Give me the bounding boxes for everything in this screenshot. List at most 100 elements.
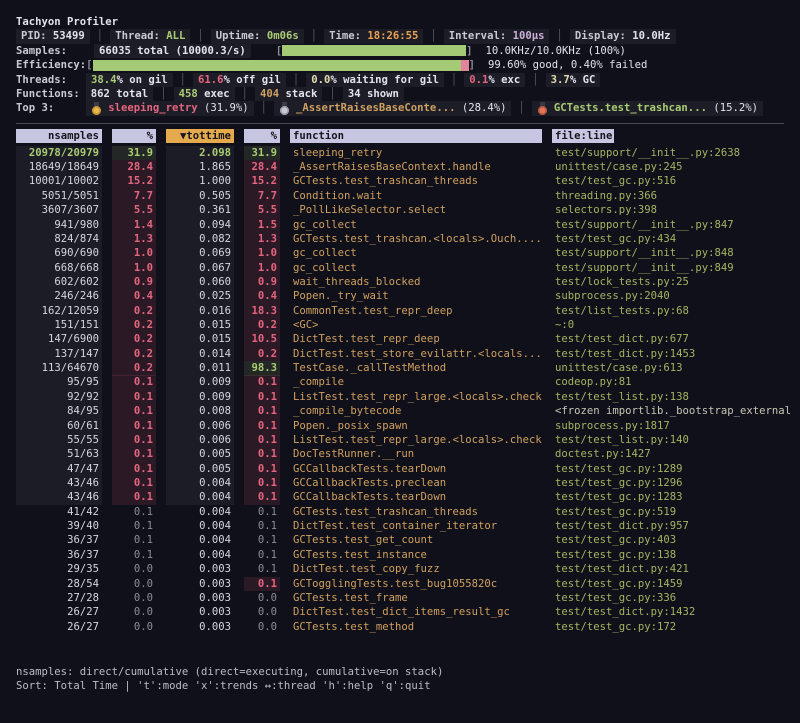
- top3-item[interactable]: GCTests.test_trashcan... (15.2%): [532, 101, 763, 115]
- functions-stat-value: 404: [260, 87, 279, 101]
- nsamples-cell: 51/63: [16, 447, 102, 461]
- file-line-cell: test/test_gc.py:1289: [552, 462, 800, 476]
- functions-label: Functions:: [16, 87, 80, 101]
- column-header-tottime-sorted[interactable]: ▼tottime: [166, 129, 234, 143]
- table-row[interactable]: 10001/1000215.21.00015.2GCTests.test_tra…: [0, 174, 800, 188]
- cumulative-pct-cell: 0.2: [244, 318, 280, 332]
- table-row[interactable]: 28/540.00.0030.1GCTogglingTests.test_bug…: [0, 577, 800, 591]
- uptime-label: Uptime:: [216, 29, 261, 43]
- tottime-cell: 0.009: [166, 375, 234, 389]
- table-row[interactable]: 43/460.10.0040.1GCCallbackTests.tearDown…: [0, 490, 800, 504]
- cumulative-pct-cell: 0.1: [244, 447, 280, 461]
- direct-pct-cell: 0.1: [112, 519, 156, 533]
- table-row[interactable]: 246/2460.40.0250.4Popen._try_waitsubproc…: [0, 289, 800, 303]
- column-header-function[interactable]: function: [290, 129, 542, 143]
- cumulative-pct-cell: 1.0: [244, 246, 280, 260]
- tottime-cell: 0.003: [166, 620, 234, 634]
- table-row[interactable]: 162/120590.20.01618.3CommonTest.test_rep…: [0, 304, 800, 318]
- cumulative-pct-cell: 0.1: [244, 562, 280, 576]
- table-row[interactable]: 5051/50517.70.5057.7Condition.waitthread…: [0, 189, 800, 203]
- cumulative-pct-cell: 0.1: [244, 390, 280, 404]
- column-header-direct-pct[interactable]: %: [112, 129, 156, 143]
- table-row[interactable]: 51/630.10.0050.1DocTestRunner.__rundocte…: [0, 447, 800, 461]
- tottime-cell: 0.003: [166, 605, 234, 619]
- table-row[interactable]: 3607/36075.50.3615.5_PollLikeSelector.se…: [0, 203, 800, 217]
- table-body: 20978/2097931.92.09831.9sleeping_retryte…: [0, 146, 800, 634]
- nsamples-cell: 162/12059: [16, 304, 102, 318]
- top3-function-name: _AssertRaisesBaseConte...: [296, 101, 455, 115]
- top3-item[interactable]: sleeping_retry (31.9%): [86, 101, 253, 115]
- direct-pct-cell: 0.0: [112, 620, 156, 634]
- file-line-cell: test/test_gc.py:519: [552, 505, 800, 519]
- direct-pct-cell: 0.2: [112, 347, 156, 361]
- function-cell: Condition.wait: [290, 189, 542, 203]
- table-row[interactable]: 29/350.00.0030.1DictTest.test_copy_fuzzt…: [0, 562, 800, 576]
- table-row[interactable]: 26/270.00.0030.0GCTests.test_methodtest/…: [0, 620, 800, 634]
- table-row[interactable]: 95/950.10.0090.1_compilecodeop.py:81: [0, 375, 800, 389]
- table-row[interactable]: 602/6020.90.0600.9wait_threads_blockedte…: [0, 275, 800, 289]
- tottime-cell: 0.004: [166, 505, 234, 519]
- table-row[interactable]: 84/950.10.0080.1_compile_bytecode<frozen…: [0, 404, 800, 418]
- table-row[interactable]: 113/646700.20.01198.3TestCase._callTestM…: [0, 361, 800, 375]
- cumulative-pct-cell: 0.1: [244, 462, 280, 476]
- efficiency-line: Efficiency: [ ] 99.60% good, 0.40% faile…: [0, 58, 800, 72]
- column-header-file-line[interactable]: file:line: [552, 129, 614, 143]
- table-row[interactable]: 27/280.00.0030.0GCTests.test_frametest/t…: [0, 591, 800, 605]
- separator: │: [304, 29, 324, 43]
- table-row[interactable]: 824/8741.30.0821.3GCTests.test_trashcan.…: [0, 232, 800, 246]
- table-row[interactable]: 60/610.10.0060.1Popen._posix_spawnsubpro…: [0, 419, 800, 433]
- file-line-cell: test/test_gc.py:1296: [552, 476, 800, 490]
- direct-pct-cell: 15.2: [112, 174, 156, 188]
- function-cell: DictTest.test_repr_deep: [290, 332, 542, 346]
- header-divider: [16, 123, 784, 124]
- pid-chip: PID: 53499: [16, 29, 90, 43]
- table-row[interactable]: 147/69000.20.01510.5DictTest.test_repr_d…: [0, 332, 800, 346]
- function-cell: Popen._try_wait: [290, 289, 542, 303]
- table-row[interactable]: 43/460.10.0040.1GCCallbackTests.preclean…: [0, 476, 800, 490]
- table-row[interactable]: 20978/2097931.92.09831.9sleeping_retryte…: [0, 146, 800, 160]
- table-row[interactable]: 668/6681.00.0671.0gc_collecttest/support…: [0, 261, 800, 275]
- top3-percentage: (15.2%): [707, 101, 758, 115]
- functions-stat-suffix: total: [110, 87, 148, 101]
- separator: │: [173, 73, 193, 87]
- nsamples-cell: 18649/18649: [16, 160, 102, 174]
- separator: │: [153, 87, 173, 101]
- file-line-cell: unittest/case.py:245: [552, 160, 800, 174]
- cumulative-pct-cell: 1.5: [244, 218, 280, 232]
- table-row[interactable]: 36/370.10.0040.1GCTests.test_get_countte…: [0, 533, 800, 547]
- tottime-cell: 0.006: [166, 419, 234, 433]
- direct-pct-cell: 0.2: [112, 361, 156, 375]
- table-row[interactable]: 18649/1864928.41.86528.4_AssertRaisesBas…: [0, 160, 800, 174]
- functions-stat: 34 shown: [343, 87, 404, 101]
- table-row[interactable]: 26/270.00.0030.0DictTest.test_dict_items…: [0, 605, 800, 619]
- table-row[interactable]: 151/1510.20.0150.2<GC>~:0: [0, 318, 800, 332]
- file-line-cell: test/test_gc.py:1283: [552, 490, 800, 504]
- column-header-nsamples[interactable]: nsamples: [16, 129, 102, 143]
- threads-stat: 0.1% exc: [464, 73, 525, 87]
- table-row[interactable]: 47/470.10.0050.1GCCallbackTests.tearDown…: [0, 462, 800, 476]
- file-line-cell: test/test_dict.py:1432: [552, 605, 800, 619]
- top3-percentage: (28.4%): [455, 101, 506, 115]
- tottime-cell: 0.014: [166, 347, 234, 361]
- top3-item[interactable]: _AssertRaisesBaseConte... (28.4%): [274, 101, 511, 115]
- table-row[interactable]: 690/6901.00.0691.0gc_collecttest/support…: [0, 246, 800, 260]
- cumulative-pct-cell: 0.1: [244, 404, 280, 418]
- tottime-cell: 0.004: [166, 533, 234, 547]
- threads-label: Threads:: [16, 73, 67, 87]
- table-row[interactable]: 39/400.10.0040.1DictTest.test_container_…: [0, 519, 800, 533]
- thread-chip[interactable]: Thread: ALL: [110, 29, 190, 43]
- table-row[interactable]: 41/420.10.0040.1GCTests.test_trashcan_th…: [0, 505, 800, 519]
- separator: │: [235, 87, 255, 101]
- table-row[interactable]: 36/370.10.0040.1GCTests.test_instancetes…: [0, 548, 800, 562]
- column-header-cumulative-pct[interactable]: %: [244, 129, 280, 143]
- functions-stat-value: 34: [348, 87, 361, 101]
- direct-pct-cell: 0.1: [112, 462, 156, 476]
- nsamples-cell: 29/35: [16, 562, 102, 576]
- threads-line: Threads: 38.4% on gil│61.6% off gil│0.0%…: [0, 73, 800, 87]
- table-row[interactable]: 137/1470.20.0140.2DictTest.test_store_ev…: [0, 347, 800, 361]
- app-title: Tachyon Profiler: [0, 15, 800, 29]
- table-row[interactable]: 92/920.10.0090.1ListTest.test_repr_large…: [0, 390, 800, 404]
- table-row[interactable]: 55/550.10.0060.1ListTest.test_repr_large…: [0, 433, 800, 447]
- table-row[interactable]: 941/9801.40.0941.5gc_collecttest/support…: [0, 218, 800, 232]
- function-cell: GCCallbackTests.tearDown: [290, 490, 542, 504]
